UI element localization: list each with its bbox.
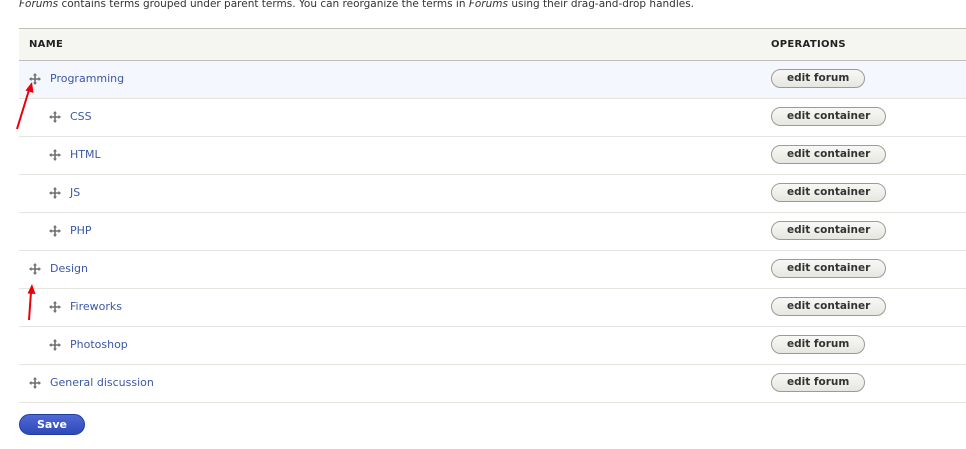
edit-container-button[interactable]: edit container <box>771 297 887 316</box>
vocabulary-name: Forums <box>468 0 508 10</box>
drag-handle-icon[interactable] <box>48 224 62 238</box>
table-row: CSS edit container <box>19 99 966 137</box>
forums-table: NAME OPERATIONS Programming edit forum C… <box>19 28 966 403</box>
column-header-operations: OPERATIONS <box>771 39 846 50</box>
red-arrow-icon <box>27 284 36 321</box>
table-header: NAME OPERATIONS <box>19 28 966 61</box>
table-row: PHP edit container <box>19 213 966 251</box>
drag-handle-icon[interactable] <box>28 376 42 390</box>
drag-handle-icon[interactable] <box>48 186 62 200</box>
table-row: JS edit container <box>19 175 966 213</box>
drag-handle-icon[interactable] <box>48 300 62 314</box>
edit-container-button[interactable]: edit container <box>771 221 887 240</box>
drag-handle-icon[interactable] <box>48 338 62 352</box>
term-link[interactable]: Programming <box>50 61 124 97</box>
term-link[interactable]: PHP <box>70 213 92 249</box>
term-link[interactable]: HTML <box>70 137 101 173</box>
edit-forum-button[interactable]: edit forum <box>771 69 866 88</box>
table-row: HTML edit container <box>19 137 966 175</box>
drag-handle-icon[interactable] <box>48 110 62 124</box>
edit-container-button[interactable]: edit container <box>771 259 887 278</box>
edit-forum-button[interactable]: edit forum <box>771 373 866 392</box>
edit-forum-button[interactable]: edit forum <box>771 335 866 354</box>
table-row: Photoshop edit forum <box>19 327 966 365</box>
table-row: Fireworks edit container <box>19 289 966 327</box>
column-header-name: NAME <box>29 39 64 50</box>
edit-container-button[interactable]: edit container <box>771 107 887 126</box>
edit-container-button[interactable]: edit container <box>771 145 887 164</box>
red-arrow-icon <box>16 82 34 130</box>
drag-handle-icon[interactable] <box>48 148 62 162</box>
table-row: Programming edit forum <box>19 61 966 99</box>
help-text: Forums contains terms grouped under pare… <box>19 0 695 10</box>
table-row: Design edit container <box>19 251 966 289</box>
table-row: General discussion edit forum <box>19 365 966 403</box>
term-link[interactable]: General discussion <box>50 365 154 401</box>
term-link[interactable]: Photoshop <box>70 327 128 363</box>
drag-handle-icon[interactable] <box>28 262 42 276</box>
term-link[interactable]: Design <box>50 251 88 287</box>
edit-container-button[interactable]: edit container <box>771 183 887 202</box>
term-link[interactable]: Fireworks <box>70 289 122 325</box>
save-button[interactable]: Save <box>19 414 85 435</box>
term-link[interactable]: JS <box>70 175 80 211</box>
term-link[interactable]: CSS <box>70 99 92 135</box>
vocabulary-name: Forums <box>19 0 59 10</box>
